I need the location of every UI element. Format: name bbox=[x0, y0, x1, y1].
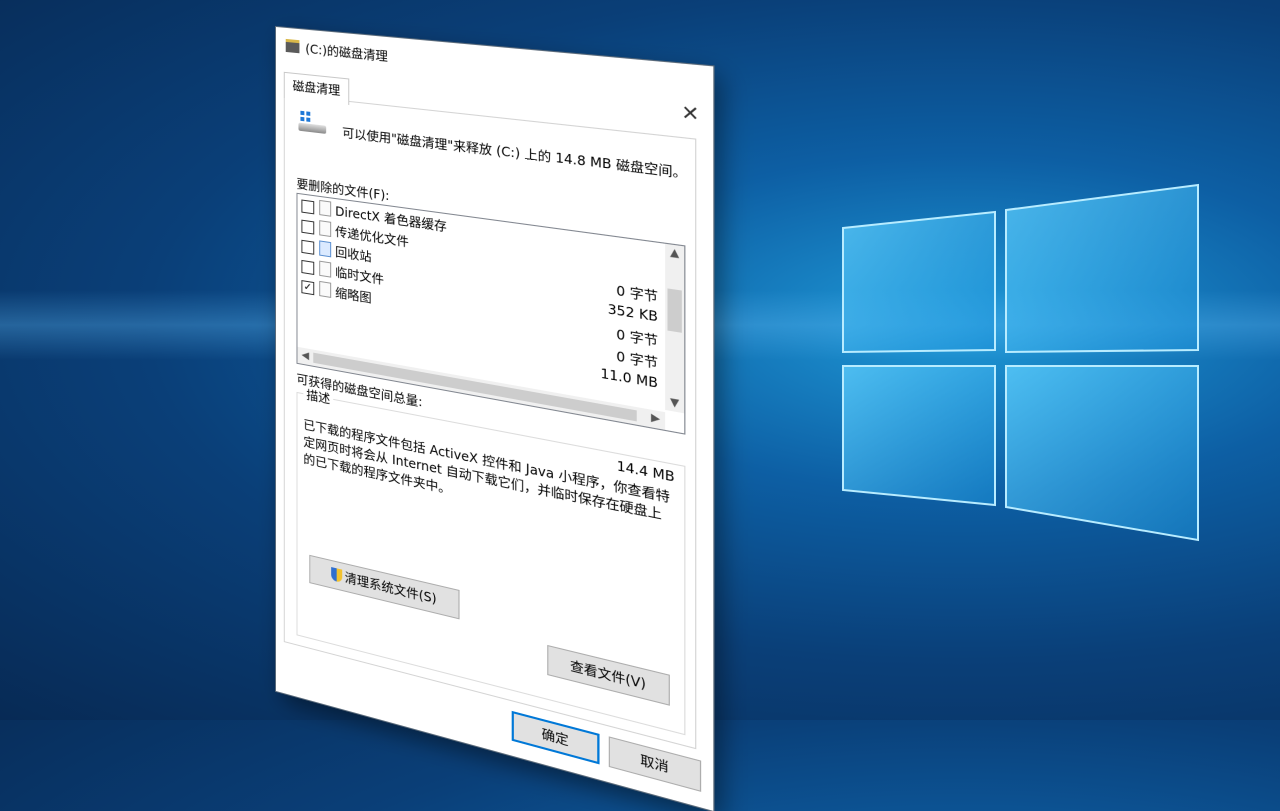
clean-system-files-button[interactable]: 清理系统文件(S) bbox=[309, 555, 459, 620]
close-icon[interactable]: ✕ bbox=[677, 101, 704, 128]
scroll-down-icon[interactable]: ▼ bbox=[665, 396, 684, 412]
checkbox[interactable] bbox=[301, 260, 314, 275]
file-icon bbox=[319, 220, 331, 237]
window-title: (C:)的磁盘清理 bbox=[305, 40, 387, 65]
vertical-scrollbar[interactable]: ▲ ▼ bbox=[665, 244, 684, 414]
description-text: 已下载的程序文件包括 ActiveX 控件和 Java 小程序，你查看特定网页时… bbox=[303, 416, 672, 545]
logo-pane-bottom-right bbox=[1006, 366, 1198, 540]
disk-cleanup-app-icon bbox=[286, 39, 300, 53]
checkbox[interactable] bbox=[301, 199, 314, 214]
file-icon bbox=[319, 261, 331, 278]
file-icon bbox=[319, 281, 331, 298]
item-name: 缩略图 bbox=[335, 283, 371, 306]
scroll-up-icon[interactable]: ▲ bbox=[665, 246, 684, 261]
intro-text: 可以使用"磁盘清理"来释放 (C:) 上的 14.8 MB 磁盘空间。 bbox=[342, 124, 687, 183]
logo-pane-bottom-left bbox=[843, 366, 995, 505]
logo-pane-top-right bbox=[1006, 185, 1198, 352]
tab-panel: 可以使用"磁盘清理"来释放 (C:) 上的 14.8 MB 磁盘空间。 要删除的… bbox=[284, 94, 697, 749]
clean-system-files-label: 清理系统文件(S) bbox=[345, 570, 437, 606]
recycle-bin-icon bbox=[319, 240, 331, 257]
scroll-thumb[interactable] bbox=[667, 288, 681, 332]
scroll-right-icon[interactable]: ▶ bbox=[646, 411, 665, 427]
checkbox[interactable] bbox=[301, 220, 314, 235]
uac-shield-icon bbox=[331, 567, 342, 583]
disk-cleanup-dialog: (C:)的磁盘清理 ✕ 磁盘清理 可以使用"磁盘清理"来释放 (C:) 上的 1… bbox=[276, 27, 713, 811]
scroll-left-icon[interactable]: ◀ bbox=[297, 349, 313, 363]
file-icon bbox=[319, 200, 331, 217]
logo-pane-top-left bbox=[843, 212, 995, 352]
description-group: 描述 14.4 MB 已下载的程序文件包括 ActiveX 控件和 Java 小… bbox=[296, 392, 685, 735]
checkbox-checked[interactable]: ✓ bbox=[301, 280, 314, 295]
drive-icon bbox=[298, 111, 326, 136]
checkbox[interactable] bbox=[301, 240, 314, 255]
files-list[interactable]: DirectX 着色器缓存 传递优化文件 回收站 临时文件 ✓ 缩略图 0 字节… bbox=[296, 193, 685, 435]
view-files-button[interactable]: 查看文件(V) bbox=[547, 645, 670, 706]
